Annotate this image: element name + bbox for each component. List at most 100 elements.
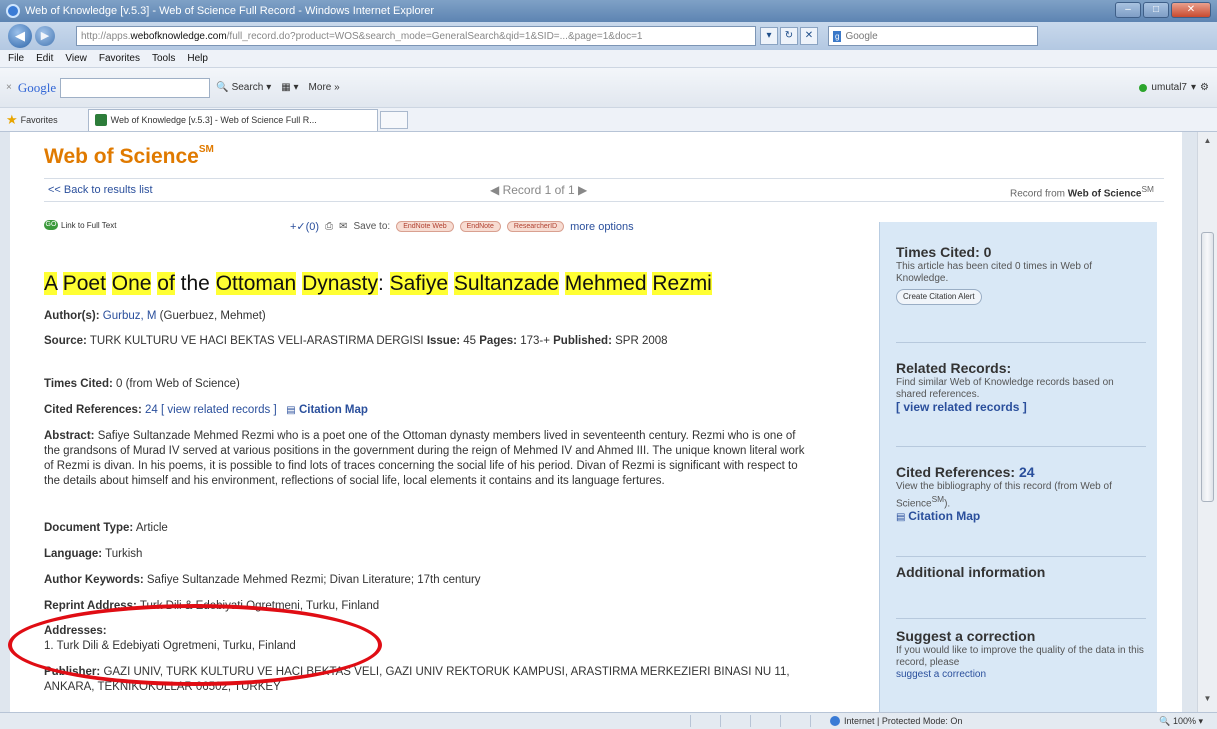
publisher-label: Publisher: bbox=[44, 666, 101, 678]
menu-file[interactable]: File bbox=[8, 53, 24, 64]
sidebar-related-title: Related Records: bbox=[896, 360, 1012, 376]
browser-tab[interactable]: Web of Knowledge [v.5.3] - Web of Scienc… bbox=[87, 108, 378, 131]
address-input[interactable]: http://apps. webofknowledge.com/full_reco… bbox=[76, 26, 756, 46]
print-icon[interactable]: ⎙ bbox=[325, 221, 333, 232]
suggest-correction-link[interactable]: suggest a correction bbox=[896, 669, 986, 680]
sidebar-times-cited-title: Times Cited: bbox=[896, 244, 980, 260]
save-to-label: Save to: bbox=[353, 221, 391, 232]
wos-logo[interactable]: Web of ScienceSM bbox=[44, 144, 214, 169]
sidebar-view-related-link[interactable]: [ view related records ] bbox=[896, 400, 1027, 414]
refresh-icon[interactable]: ↻ bbox=[780, 27, 798, 45]
cited-refs-count-link[interactable]: 24 bbox=[145, 404, 158, 416]
menu-tools[interactable]: Tools bbox=[152, 53, 175, 64]
sidebar-cited-count-link[interactable]: 24 bbox=[1019, 464, 1035, 480]
status-dot-icon bbox=[1139, 83, 1148, 92]
full-text-button[interactable]: GO Link to Full Text bbox=[44, 220, 116, 230]
record-navigation: << Back to results list ◀ Record 1 of 1 … bbox=[44, 178, 1164, 202]
record-source-mark: SM bbox=[1141, 184, 1155, 194]
google-search-button[interactable]: 🔍 Search ▾ bbox=[216, 82, 271, 93]
abstract-field: Abstract: Safiye Sultanzade Mehmed Rezmi… bbox=[44, 429, 814, 489]
record-source-prefix: Record from bbox=[1009, 188, 1065, 200]
save-tools: +✓(0) ⎙ ✉ Save to: EndNote Web EndNote R… bbox=[290, 220, 634, 234]
close-button[interactable]: ✕ bbox=[1171, 2, 1211, 18]
abstract-label: Abstract: bbox=[44, 430, 95, 442]
title-word: Safiye bbox=[389, 272, 449, 295]
sidebar-additional-title[interactable]: Additional information bbox=[896, 565, 1146, 579]
scroll-down-icon[interactable]: ▼ bbox=[1200, 694, 1215, 708]
menu-help[interactable]: Help bbox=[187, 53, 208, 64]
security-zone-label: Internet | Protected Mode: On bbox=[844, 716, 963, 726]
sidebar-cited-title: Cited References: bbox=[896, 464, 1016, 480]
zoom-control[interactable]: 🔍 100% ▾ bbox=[1159, 716, 1203, 727]
globe-icon bbox=[830, 716, 840, 726]
menu-edit[interactable]: Edit bbox=[36, 53, 53, 64]
article-title: A Poet One of the Ottoman Dynasty: Safiy… bbox=[44, 272, 712, 296]
publisher-value: GAZI UNIV, TURK KULTURU VE HACI BEKTAS V… bbox=[44, 666, 790, 693]
tab-title: Web of Knowledge [v.5.3] - Web of Scienc… bbox=[110, 115, 317, 125]
sidebar-cited-desc: View the bibliography of this record (fr… bbox=[896, 481, 1112, 510]
status-divider bbox=[750, 715, 751, 727]
address-bar-row: ◀ ▶ http://apps. webofknowledge.com/full_… bbox=[0, 22, 1217, 50]
sidebar-cited-desc-mark: SM bbox=[931, 494, 945, 504]
google-search-input[interactable] bbox=[60, 77, 211, 98]
citation-map-link[interactable]: Citation Map bbox=[299, 404, 368, 416]
toolbar-close-icon[interactable]: × bbox=[6, 82, 12, 93]
scrollbar-thumb[interactable] bbox=[1201, 232, 1214, 502]
language-value: Turkish bbox=[105, 548, 143, 560]
next-record-icon[interactable]: ▶ bbox=[578, 183, 587, 197]
window-titlebar: Web of Knowledge [v.5.3] - Web of Scienc… bbox=[0, 0, 1217, 22]
sidebar-suggest-title: Suggest a correction bbox=[896, 628, 1036, 644]
create-citation-alert-button[interactable]: Create Citation Alert bbox=[896, 289, 982, 305]
sidebar-divider bbox=[896, 342, 1146, 343]
vertical-scrollbar[interactable]: ▲ ▼ bbox=[1197, 132, 1217, 712]
save-researcherid-button[interactable]: ResearcherID bbox=[506, 221, 565, 232]
email-icon[interactable]: ✉ bbox=[339, 221, 347, 232]
sidebar-citation-map-link[interactable]: Citation Map bbox=[908, 509, 980, 523]
menu-view[interactable]: View bbox=[65, 53, 87, 64]
record-source-db: Web of Science bbox=[1067, 188, 1142, 200]
sidebar-related-desc: Find similar Web of Knowledge records ba… bbox=[896, 377, 1114, 400]
toolbar-extra-button[interactable]: ▦ ▾ bbox=[281, 82, 298, 93]
sidebar-divider bbox=[896, 446, 1146, 447]
title-word: of bbox=[157, 272, 175, 295]
view-related-link[interactable]: [ view related records ] bbox=[161, 404, 277, 416]
stop-icon[interactable]: ✕ bbox=[800, 27, 818, 45]
marked-list[interactable]: +✓(0) bbox=[290, 220, 319, 233]
toolbar-account[interactable]: umutal7 ▾ ⚙ bbox=[1139, 82, 1209, 93]
back-button[interactable]: ◀ bbox=[8, 24, 32, 48]
author-full-name: (Guerbuez, Mehmet) bbox=[159, 310, 266, 322]
maximize-button[interactable]: □ bbox=[1143, 2, 1169, 18]
ie-icon bbox=[6, 4, 20, 18]
go-icon: GO bbox=[44, 220, 58, 230]
language-label: Language: bbox=[44, 548, 103, 560]
url-prefix: http://apps. bbox=[81, 30, 131, 42]
minimize-button[interactable]: – bbox=[1115, 2, 1141, 18]
status-divider bbox=[720, 715, 721, 727]
wrench-icon[interactable]: ⚙ bbox=[1200, 82, 1209, 93]
favorites-bar: ★ Favorites Web of Knowledge [v.5.3] - W… bbox=[0, 108, 1217, 132]
dropdown-icon[interactable]: ▾ bbox=[760, 27, 778, 45]
sidebar-times-cited: Times Cited: 0 This article has been cit… bbox=[896, 244, 1146, 305]
favorites-button[interactable]: Favorites bbox=[21, 115, 58, 125]
sidebar-times-cited-desc: This article has been cited 0 times in W… bbox=[896, 261, 1093, 284]
menu-favorites[interactable]: Favorites bbox=[99, 53, 140, 64]
new-tab-button[interactable] bbox=[379, 110, 408, 129]
sidebar-cited-references: Cited References: 24 View the bibliograp… bbox=[896, 464, 1146, 524]
save-endnote-button[interactable]: EndNote bbox=[459, 221, 501, 232]
times-cited-field: Times Cited: 0 (from Web of Science) bbox=[44, 377, 834, 392]
toolbar-more-button[interactable]: More » bbox=[309, 82, 340, 93]
times-cited-label: Times Cited: bbox=[44, 378, 113, 390]
sidebar-suggest-correction: Suggest a correction If you would like t… bbox=[896, 628, 1146, 681]
scroll-up-icon[interactable]: ▲ bbox=[1200, 136, 1215, 150]
document-type-field: Document Type: Article bbox=[44, 521, 834, 536]
window-title: Web of Knowledge [v.5.3] - Web of Scienc… bbox=[25, 5, 435, 17]
search-box[interactable]: g Google bbox=[828, 26, 1038, 46]
save-endnote-web-button[interactable]: EndNote Web bbox=[396, 221, 454, 232]
security-zone[interactable]: Internet | Protected Mode: On bbox=[830, 716, 962, 726]
reprint-value: Turk Dili & Edebiyati Ogretmeni, Turku, … bbox=[139, 600, 380, 612]
more-options-link[interactable]: more options bbox=[570, 221, 634, 233]
prev-record-icon[interactable]: ◀ bbox=[490, 183, 499, 197]
author-link[interactable]: Gurbuz, M bbox=[103, 310, 157, 322]
forward-button[interactable]: ▶ bbox=[35, 26, 55, 46]
back-to-results-link[interactable]: << Back to results list bbox=[48, 184, 153, 196]
